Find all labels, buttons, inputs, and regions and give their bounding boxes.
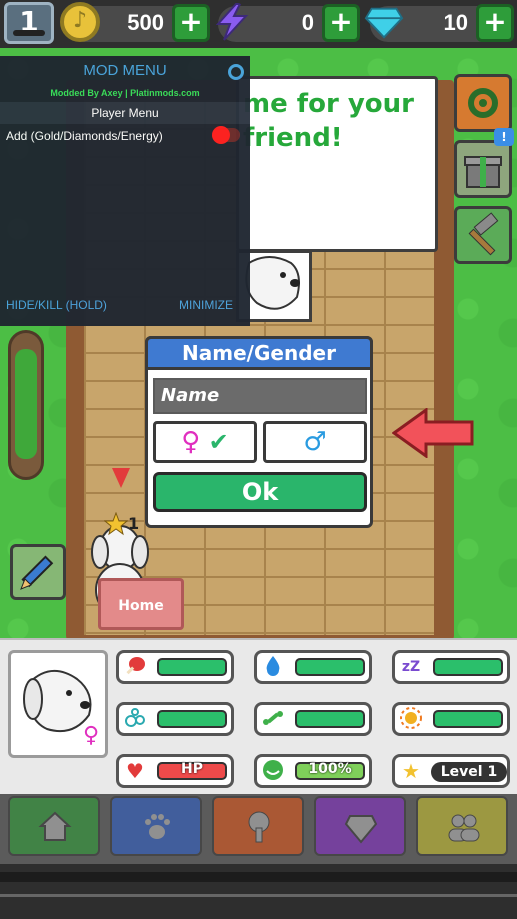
meat-icon — [121, 654, 149, 680]
paw-icon — [145, 814, 170, 839]
mod-option-label: Add (Gold/Diamonds/Energy) — [6, 129, 163, 143]
name-gender-dialog: Name/Gender Name ♀ ✔ ♂ Ok — [145, 336, 373, 528]
bottom-nav — [0, 794, 517, 864]
health-bar: HP — [157, 761, 227, 780]
minimize-button[interactable]: MINIMIZE — [179, 298, 233, 312]
checkmark-icon: ✔ — [208, 428, 229, 456]
home-sign[interactable]: Home — [98, 578, 184, 630]
star-count: 1 — [128, 514, 140, 533]
happiness-bar: 100% — [295, 761, 365, 780]
add-energy-button[interactable]: + — [322, 4, 360, 42]
ground-strip — [0, 864, 517, 919]
arrow-left-icon — [392, 408, 474, 458]
top-bar: 1 500 + 0 + 10 + — [0, 0, 517, 48]
sun-stat[interactable] — [392, 702, 510, 736]
stats-panel: ♀ zZ ♥ HP 100% ★ Level 1 — [0, 638, 517, 794]
mod-menu-panel: MOD MENU Modded By Axey | Platinmods.com… — [0, 56, 250, 326]
mod-menu-section: Player Menu — [0, 102, 250, 124]
coin-counter: 500 + — [60, 2, 210, 42]
level-text: Level 1 — [431, 762, 507, 782]
pencil-icon — [20, 555, 54, 590]
male-icon: ♂ — [303, 427, 327, 457]
settings-button[interactable] — [454, 74, 512, 132]
edit-button[interactable] — [10, 544, 66, 600]
female-icon: ♀ — [83, 723, 100, 748]
fun-stat[interactable] — [254, 702, 372, 736]
hygiene-bar — [157, 710, 227, 728]
add-diamonds-button[interactable]: + — [476, 4, 514, 42]
energy-value: 0 — [301, 10, 314, 35]
pointer-arrow-icon — [112, 468, 130, 488]
tab-home[interactable] — [8, 796, 100, 856]
ok-button[interactable]: Ok — [153, 472, 367, 512]
gift-icon — [464, 156, 502, 188]
home-icon — [38, 811, 72, 841]
diamond-value: 10 — [443, 10, 468, 35]
sleep-bar — [433, 658, 503, 676]
tab-shop[interactable] — [314, 796, 406, 856]
level-stat[interactable]: ★ Level 1 — [392, 754, 510, 788]
heart-icon: ♥ — [126, 759, 144, 783]
gear-icon[interactable] — [228, 64, 244, 80]
hide-kill-button[interactable]: HIDE/KILL (HOLD) — [6, 298, 107, 312]
thirst-bar — [295, 658, 365, 676]
male-button[interactable]: ♂ — [263, 421, 367, 463]
thirst-stat[interactable] — [254, 650, 372, 684]
fun-bar — [295, 710, 365, 728]
gear-icon — [468, 88, 498, 118]
tree-icon — [248, 811, 270, 843]
smile-icon — [259, 758, 287, 784]
mod-menu-title: MOD MENU — [83, 62, 167, 79]
mod-option-toggle[interactable] — [212, 126, 240, 144]
star-icon: ★ — [402, 759, 420, 783]
female-icon: ♀ — [181, 427, 201, 457]
lightning-icon — [215, 3, 249, 41]
pet-card[interactable]: ♀ — [8, 650, 108, 758]
bone-icon — [259, 706, 287, 732]
mood-meter-fill — [15, 349, 37, 459]
users-icon — [448, 814, 480, 842]
gift-button[interactable] — [454, 140, 512, 198]
notification-badge: ! — [494, 128, 514, 146]
speech-bubble: me for your friend! — [236, 76, 438, 252]
bubbles-icon — [121, 706, 149, 732]
tab-friends[interactable] — [416, 796, 508, 856]
player-level: 1 — [19, 5, 39, 38]
gem-icon — [344, 815, 378, 844]
mod-menu-credit: Modded By Axey | Platinmods.com — [50, 88, 200, 98]
sun-bar — [433, 710, 503, 728]
speech-bubble-text: me for your friend! — [243, 89, 414, 153]
female-button[interactable]: ♀ ✔ — [153, 421, 257, 463]
happiness-stat[interactable]: 100% — [254, 754, 372, 788]
diamond-icon — [364, 7, 404, 39]
hammer-icon — [468, 212, 499, 256]
tab-outdoor[interactable] — [212, 796, 304, 856]
sun-icon — [397, 706, 425, 732]
sleep-icon: zZ — [401, 659, 421, 675]
sleep-stat[interactable]: zZ — [392, 650, 510, 684]
hygiene-stat[interactable] — [116, 702, 234, 736]
health-stat[interactable]: ♥ HP — [116, 754, 234, 788]
star-icon — [104, 512, 128, 536]
water-drop-icon — [259, 654, 287, 680]
energy-counter: 0 + — [215, 3, 360, 42]
mood-meter — [8, 330, 44, 480]
hunger-bar — [157, 658, 227, 676]
coin-value: 500 — [127, 10, 164, 35]
name-input[interactable]: Name — [153, 378, 367, 414]
add-coins-button[interactable]: + — [172, 4, 210, 42]
hunger-stat[interactable] — [116, 650, 234, 684]
dialog-title: Name/Gender — [145, 336, 373, 370]
build-button[interactable] — [454, 206, 512, 264]
coin-icon — [60, 2, 100, 42]
player-level-badge[interactable]: 1 — [4, 2, 54, 44]
diamond-counter: 10 + — [364, 4, 514, 42]
game-screen: 1 500 + 0 + 10 + me for your friend! — [0, 0, 517, 919]
tab-pets[interactable] — [110, 796, 202, 856]
